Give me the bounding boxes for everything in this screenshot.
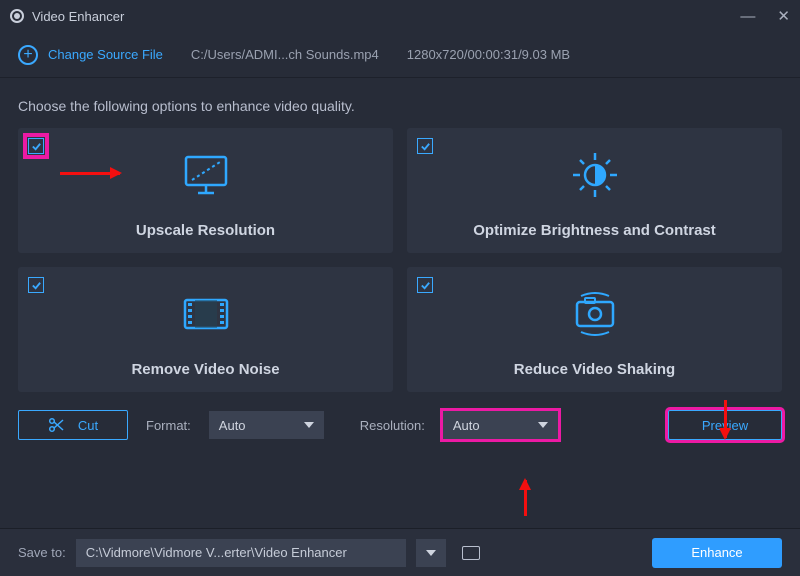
card-upscale-resolution[interactable]: Upscale Resolution (18, 128, 393, 253)
checkbox-upscale[interactable] (28, 138, 44, 154)
resolution-value: Auto (453, 418, 480, 433)
save-path-field[interactable]: C:\Vidmore\Vidmore V...erter\Video Enhan… (76, 539, 406, 567)
enhance-label: Enhance (691, 545, 742, 560)
app-icon (10, 9, 24, 23)
card-optimize-brightness[interactable]: Optimize Brightness and Contrast (407, 128, 782, 253)
preview-label: Preview (702, 418, 748, 433)
format-select[interactable]: Auto (209, 411, 324, 439)
checkbox-brightness[interactable] (417, 138, 433, 154)
instruction-text: Choose the following options to enhance … (0, 78, 800, 128)
save-to-label: Save to: (18, 545, 66, 560)
save-path-dropdown[interactable] (416, 539, 446, 567)
close-button[interactable]: ✕ (777, 7, 790, 25)
chevron-down-icon (538, 422, 548, 428)
checkbox-noise[interactable] (28, 277, 44, 293)
source-file-path: C:/Users/ADMI...ch Sounds.mp4 (191, 47, 379, 62)
card-remove-noise[interactable]: Remove Video Noise (18, 267, 393, 392)
card-label: Remove Video Noise (131, 361, 279, 378)
change-source-label: Change Source File (48, 47, 163, 62)
checkbox-shaking[interactable] (417, 277, 433, 293)
card-label: Upscale Resolution (136, 222, 275, 239)
resolution-select[interactable]: Auto (443, 411, 558, 439)
scissors-icon (48, 417, 64, 433)
cut-button[interactable]: Cut (18, 410, 128, 440)
plus-circle-icon: + (18, 45, 38, 65)
annotation-arrow (524, 480, 527, 516)
source-file-meta: 1280x720/00:00:31/9.03 MB (407, 47, 570, 62)
browse-folder-button[interactable] (456, 539, 486, 567)
card-label: Reduce Video Shaking (514, 361, 675, 378)
format-value: Auto (219, 418, 246, 433)
enhance-button[interactable]: Enhance (652, 538, 782, 568)
format-label: Format: (146, 418, 191, 433)
chevron-down-icon (426, 550, 436, 556)
folder-icon (462, 546, 480, 560)
chevron-down-icon (304, 422, 314, 428)
card-reduce-shaking[interactable]: Reduce Video Shaking (407, 267, 782, 392)
enhance-options-grid: Upscale Resolution Optimize Brightness a… (0, 128, 800, 392)
resolution-label: Resolution: (360, 418, 425, 433)
monitor-icon (182, 128, 230, 222)
cut-label: Cut (78, 418, 98, 433)
film-icon (181, 267, 231, 361)
minimize-button[interactable]: — (740, 8, 755, 25)
change-source-button[interactable]: + Change Source File (18, 45, 163, 65)
titlebar: Video Enhancer — ✕ (0, 0, 800, 32)
controls-row: Cut Format: Auto Resolution: Auto Previe… (0, 392, 800, 458)
card-label: Optimize Brightness and Contrast (473, 222, 716, 239)
toolbar: + Change Source File C:/Users/ADMI...ch … (0, 32, 800, 78)
camera-shake-icon (567, 267, 623, 361)
app-title: Video Enhancer (32, 9, 124, 24)
preview-button[interactable]: Preview (668, 410, 782, 440)
brightness-icon (569, 128, 621, 222)
footer: Save to: C:\Vidmore\Vidmore V...erter\Vi… (0, 528, 800, 576)
save-path-value: C:\Vidmore\Vidmore V...erter\Video Enhan… (86, 545, 347, 560)
